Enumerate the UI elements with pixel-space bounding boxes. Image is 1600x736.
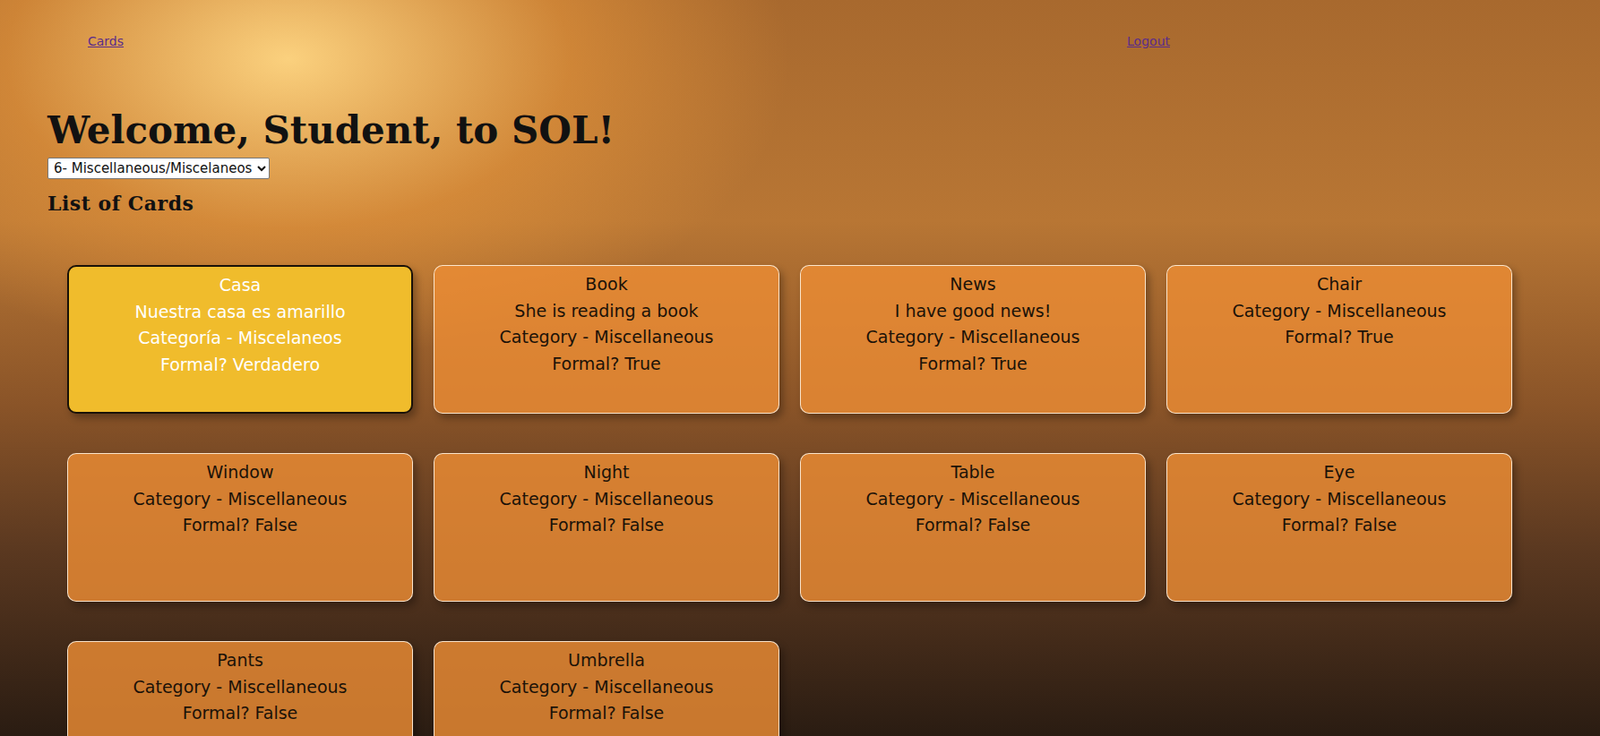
card-title: Umbrella — [443, 647, 770, 675]
page-title: Welcome, Student, to SOL! — [47, 109, 1600, 153]
card-line: Category - Miscellaneous — [809, 324, 1136, 352]
card-line: Formal? False — [77, 700, 404, 728]
card[interactable]: PantsCategory - MiscellaneousFormal? Fal… — [67, 641, 413, 736]
card-line: Formal? True — [1176, 324, 1503, 352]
card-line: Formal? False — [809, 512, 1136, 540]
card-line: Category - Miscellaneous — [77, 674, 404, 702]
card-line: Formal? False — [443, 700, 770, 728]
page: Cards Logout Welcome, Student, to SOL! 6- … — [0, 0, 1600, 736]
card-line: Formal? Verdadero — [77, 352, 403, 379]
card-line: I have good news! — [809, 298, 1136, 326]
card-title: Night — [443, 459, 770, 487]
card-line: Category - Miscellaneous — [1176, 298, 1503, 326]
card[interactable]: TableCategory - MiscellaneousFormal? Fal… — [800, 453, 1146, 603]
card-title: Eye — [1176, 459, 1503, 487]
card-line: Category - Miscellaneous — [77, 486, 404, 514]
card[interactable]: BookShe is reading a bookCategory - Misc… — [433, 265, 780, 414]
cards-link[interactable]: Cards — [87, 34, 124, 54]
card-title: Table — [809, 459, 1136, 487]
card[interactable]: NightCategory - MiscellaneousFormal? Fal… — [433, 453, 780, 603]
nav-bar: Cards Logout — [0, 34, 1600, 54]
card-line: Category - Miscellaneous — [443, 324, 770, 352]
card[interactable]: WindowCategory - MiscellaneousFormal? Fa… — [67, 453, 413, 603]
card-title: Chair — [1176, 271, 1503, 299]
card-title: News — [809, 271, 1136, 299]
card-grid: CasaNuestra casa es amarilloCategoría - … — [67, 265, 1600, 736]
card[interactable]: NewsI have good news!Category - Miscella… — [800, 265, 1146, 414]
card-line: Formal? False — [443, 512, 770, 540]
main-content: Welcome, Student, to SOL! 6- Miscellaneou… — [0, 109, 1600, 736]
card-line: Formal? True — [443, 351, 770, 379]
card[interactable]: UmbrellaCategory - MiscellaneousFormal? … — [433, 641, 780, 736]
card-title: Pants — [77, 647, 404, 675]
category-select[interactable]: 6- Miscellaneous/Miscelaneos — [47, 157, 270, 180]
card-title: Casa — [77, 272, 403, 300]
card-line: She is reading a book — [443, 298, 770, 326]
logout-link[interactable]: Logout — [1126, 34, 1170, 54]
card-title: Window — [77, 459, 404, 487]
list-heading: List of Cards — [47, 191, 1600, 216]
card-line: Formal? True — [809, 351, 1136, 379]
card-line: Category - Miscellaneous — [443, 674, 770, 702]
card-line: Categoría - Miscelaneos — [77, 325, 403, 353]
card-line: Formal? False — [1176, 512, 1503, 540]
card-title: Book — [443, 271, 770, 299]
card[interactable]: ChairCategory - MiscellaneousFormal? Tru… — [1166, 265, 1513, 414]
card-line: Category - Miscellaneous — [1176, 486, 1503, 514]
card-line: Category - Miscellaneous — [809, 486, 1136, 514]
card[interactable]: CasaNuestra casa es amarilloCategoría - … — [67, 265, 413, 414]
card[interactable]: EyeCategory - MiscellaneousFormal? False — [1166, 453, 1513, 603]
card-line: Category - Miscellaneous — [443, 486, 770, 514]
card-line: Nuestra casa es amarillo — [77, 299, 403, 327]
card-line: Formal? False — [77, 512, 404, 540]
